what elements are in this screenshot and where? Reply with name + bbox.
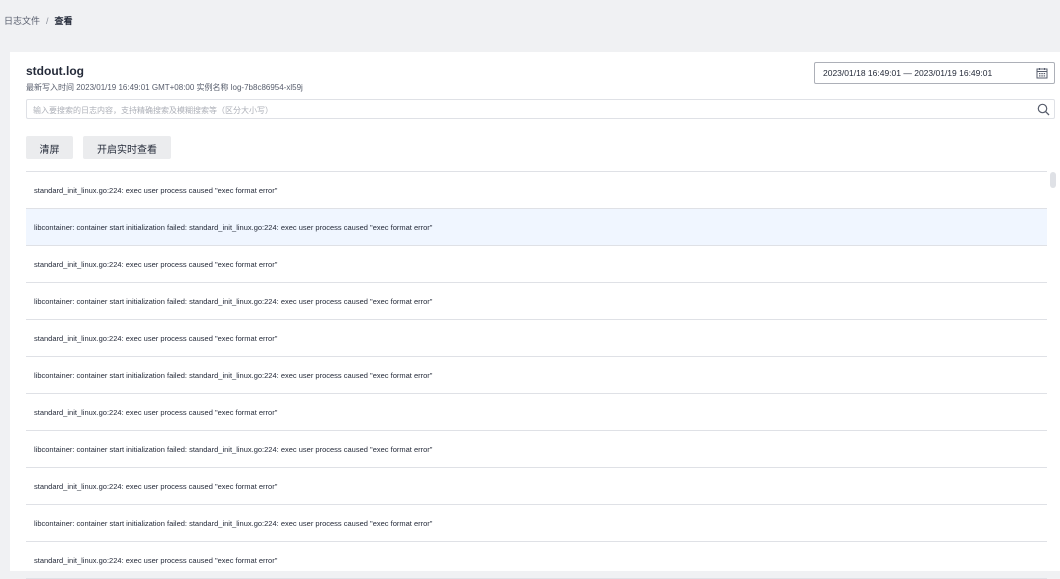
search-icon[interactable] [1037, 103, 1050, 116]
log-list: standard_init_linux.go:224: exec user pr… [26, 171, 1047, 579]
log-line: libcontainer: container start initializa… [26, 209, 1047, 246]
log-line: libcontainer: container start initializa… [26, 431, 1047, 468]
date-range-picker[interactable]: 2023/01/18 16:49:01 — 2023/01/19 16:49:0… [814, 62, 1055, 84]
breadcrumb-current: 查看 [54, 16, 73, 26]
log-file-title: stdout.log [26, 64, 84, 78]
breadcrumb: 日志文件 / 查看 [0, 0, 1060, 52]
log-line: libcontainer: container start initializa… [26, 283, 1047, 320]
log-viewer-panel: stdout.log 最新写入时间 2023/01/19 16:49:01 GM… [10, 52, 1060, 579]
log-line: standard_init_linux.go:224: exec user pr… [26, 320, 1047, 357]
log-line: libcontainer: container start initializa… [26, 357, 1047, 394]
log-search-box [26, 99, 1055, 120]
log-scrollbar[interactable] [1050, 172, 1056, 571]
log-line: standard_init_linux.go:224: exec user pr… [26, 394, 1047, 431]
live-view-button[interactable]: 开启实时查看 [83, 136, 171, 159]
breadcrumb-separator: / [46, 16, 49, 26]
log-line: libcontainer: container start initializa… [26, 505, 1047, 542]
date-range-value: 2023/01/18 16:49:01 — 2023/01/19 16:49:0… [823, 68, 993, 78]
log-line: standard_init_linux.go:224: exec user pr… [26, 468, 1047, 505]
calendar-icon[interactable] [1036, 67, 1048, 79]
log-line: standard_init_linux.go:224: exec user pr… [26, 542, 1047, 579]
log-line: standard_init_linux.go:224: exec user pr… [26, 246, 1047, 283]
breadcrumb-log-files-link[interactable]: 日志文件 [4, 16, 40, 26]
log-meta-info: 最新写入时间 2023/01/19 16:49:01 GMT+08:00 实例名… [26, 83, 303, 92]
scrollbar-thumb[interactable] [1050, 172, 1056, 188]
clear-screen-button[interactable]: 清屏 [26, 136, 73, 159]
log-search-input[interactable] [27, 101, 1027, 120]
log-line: standard_init_linux.go:224: exec user pr… [26, 172, 1047, 209]
